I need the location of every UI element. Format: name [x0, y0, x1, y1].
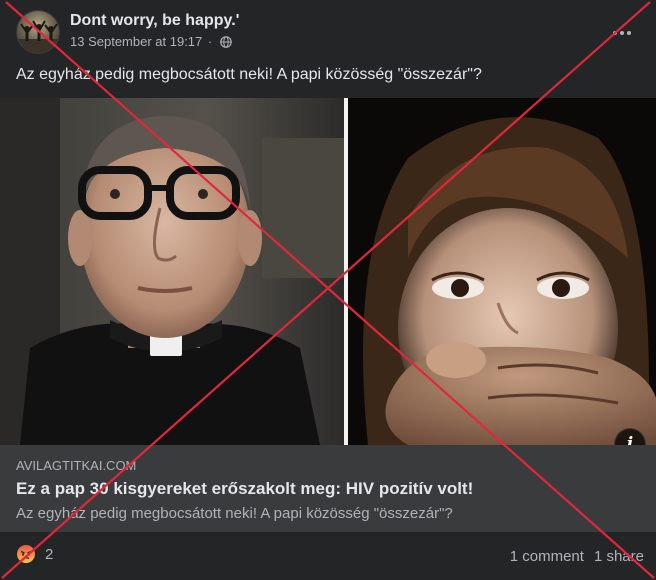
link-preview[interactable]: AVILAGTITKAI.COM Ez a pap 30 kisgyereket…	[0, 445, 656, 532]
engagement-stats: 1 comment 1 share	[510, 548, 644, 565]
reaction-count: 2	[45, 545, 54, 563]
share-count-link[interactable]: 1 share	[594, 548, 644, 565]
author-name[interactable]: Dont worry, be happy.'	[70, 12, 239, 30]
author-avatar[interactable]	[16, 10, 60, 54]
post-caption: Az egyház pedig megbocsátott neki! A pap…	[16, 66, 482, 83]
globe-icon	[220, 36, 232, 51]
more-options-icon	[612, 23, 632, 41]
meta-separator: ·	[207, 34, 213, 49]
info-icon: i	[626, 434, 634, 445]
post-meta: 13 September at 19:17 ·	[70, 34, 232, 51]
angry-reaction-icon	[16, 544, 36, 564]
post-footer: 2 1 comment 1 share	[0, 540, 656, 574]
link-description: Az egyház pedig megbocsátott neki! A pap…	[16, 505, 453, 522]
child-covered-mouth-photo	[348, 98, 656, 445]
link-title[interactable]: Ez a pap 30 kisgyereket erőszakolt meg: …	[16, 479, 473, 499]
reactions-summary[interactable]: 2	[16, 544, 53, 564]
priest-photo	[0, 98, 344, 445]
more-options-button[interactable]	[604, 14, 640, 50]
post-header: Dont worry, be happy.' 13 September at 1…	[16, 10, 640, 54]
link-domain: AVILAGTITKAI.COM	[16, 458, 137, 473]
facebook-post: Dont worry, be happy.' 13 September at 1…	[0, 0, 656, 580]
post-media[interactable]: i	[0, 98, 656, 445]
comment-count-link[interactable]: 1 comment	[510, 548, 584, 565]
post-timestamp[interactable]: 13 September at 19:17	[70, 34, 202, 49]
